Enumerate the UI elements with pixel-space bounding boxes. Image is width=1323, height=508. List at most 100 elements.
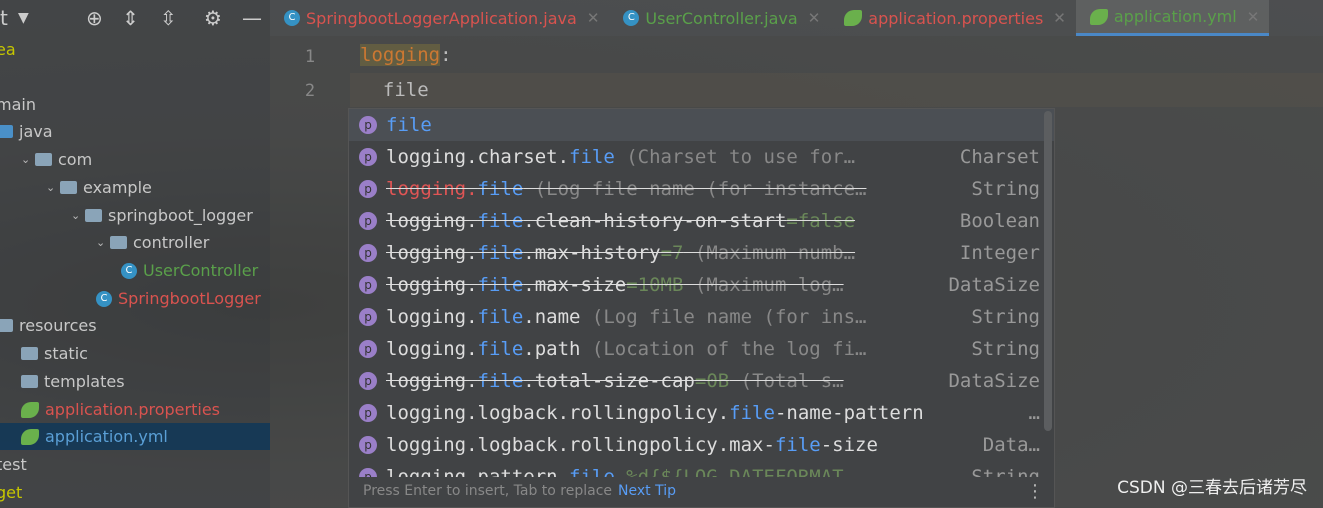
completion-item[interactable]: p logging.file.max-size=10MB (Maximum log… [349,269,1054,301]
tree-item-inner: ⌄ com [21,150,92,169]
tree-item[interactable]: resources [0,312,97,339]
tree-item-label: main [0,95,36,114]
tab-application-yml[interactable]: application.yml ✕ [1075,0,1270,36]
completion-segment: .clean-history-on-start [523,210,787,232]
tree-item[interactable]: get [0,479,22,506]
code-line: file [350,73,1323,107]
tree-item-inner: resources [0,316,97,335]
completion-text: logging.logback.rollingpolicy.file-name-… [386,402,924,424]
class-icon: C [284,10,300,26]
hide-icon[interactable]: — [242,6,262,30]
completion-segment: logging. [386,370,478,392]
completion-segment: (Maximum log… [683,274,844,296]
tree-item[interactable]: ⌄ controller [96,229,209,256]
folder-icon [0,125,13,138]
completion-item[interactable]: p logging.logback.rollingpolicy.max-file-… [349,429,1054,461]
tree-item-label: application.properties [45,400,220,419]
folder-icon [21,347,38,360]
completion-type: String [971,338,1040,360]
class-icon: C [623,10,640,26]
tree-item[interactable]: C SpringbootLogger [96,285,261,312]
chevron-down-icon[interactable]: ⌄ [96,236,110,249]
tree-item[interactable]: application.yml [0,423,270,450]
completion-item[interactable]: p logging.file.max-history=7 (Maximum num… [349,237,1054,269]
collapse-all-icon[interactable]: ⇳ [160,6,177,30]
close-icon[interactable]: ✕ [808,9,821,27]
completion-item[interactable]: p file [349,109,1054,141]
completion-segment: =false [786,210,856,232]
completion-item[interactable]: p logging.file.path (Location of the log … [349,333,1054,365]
completion-item[interactable]: p logging.file.name (Log file name (for i… [349,301,1054,333]
tree-item-inner: application.yml [0,427,168,446]
close-icon[interactable]: ✕ [1247,8,1260,26]
tree-item[interactable]: templates [21,368,125,395]
property-icon: p [359,116,377,134]
tab-usercontroller-java[interactable]: C UserController.java ✕ [609,0,830,36]
tab-springbootloggerapplication-java[interactable]: C SpringbootLoggerApplication.java ✕ [270,0,609,36]
completion-segment: =0B [694,370,730,392]
tab-label: UserController.java [645,8,798,28]
completion-item[interactable]: p logging.file (Log file name (for instan… [349,173,1054,205]
property-icon: p [359,180,377,198]
tree-item[interactable]: ⌄ example [46,174,152,201]
next-tip-link[interactable]: Next Tip [618,483,676,499]
completion-text: file [386,114,432,136]
completion-segment: file [774,434,821,456]
folder-icon [21,375,38,388]
close-icon[interactable]: ✕ [1053,9,1066,27]
completion-item[interactable]: p logging.charset.file (Charset to use fo… [349,141,1054,173]
tree-item[interactable]: java [0,118,53,145]
completion-segment: file [569,146,615,168]
completion-segment: file [477,338,524,360]
tree-item[interactable]: ⌄ com [21,146,92,173]
class-icon: C [96,290,112,307]
more-options-icon[interactable]: ⋮ [1026,481,1044,502]
watermark: CSDN @三春去后诸芳尽 [1117,478,1307,498]
completion-item[interactable]: p logging.file.clean-history-on-start=fal… [349,205,1054,237]
locate-icon[interactable]: ⊕ [86,6,103,30]
tab-label: application.yml [1113,7,1237,26]
completion-type: String [971,178,1040,200]
completion-text: logging.charset.file (Charset to use for… [386,146,855,168]
expand-all-icon[interactable]: ⇕ [122,6,139,30]
tree-item[interactable]: static [21,340,88,367]
completion-item[interactable]: p logging.logback.rollingpolicy.file-name… [349,397,1054,429]
dropdown-icon[interactable]: ▼ [18,10,29,26]
tree-item[interactable]: ⌄ springboot_logger [71,202,253,229]
tab-application-properties[interactable]: application.properties ✕ [830,0,1076,36]
line-number: 2 [304,81,316,101]
completion-text: logging.file.path (Location of the log f… [386,338,866,360]
folder-icon [60,181,77,194]
tab-label: SpringbootLoggerApplication.java [306,8,577,28]
chevron-down-icon[interactable]: ⌄ [71,209,85,222]
tree-item-label: java [19,122,53,141]
gear-icon[interactable]: ⚙ [204,6,222,30]
tree-item[interactable]: application.properties [21,396,220,423]
tree-item[interactable]: C UserController [121,257,258,284]
completion-segment: logging.logback.rollingpolicy.max- [386,434,775,456]
property-icon: p [359,244,377,262]
tree-item[interactable]: main [0,91,36,118]
tree-item-inner: get [0,483,22,502]
completion-item[interactable]: p logging.file.total-size-cap=0B (Total s… [349,365,1054,397]
chevron-down-icon[interactable]: ⌄ [21,153,35,166]
folder-icon [85,209,102,222]
completion-segment: .total-size-cap [523,370,695,392]
completion-type: String [971,306,1040,328]
tree-item[interactable]: test [0,451,27,478]
footer-hint: Press Enter to insert, Tab to replace [363,483,613,499]
completion-segment: (Charset to use for… [614,146,856,168]
completion-segment: .name [523,306,581,328]
completion-segment: (Maximum numb… [683,242,856,264]
completion-type: Integer [959,242,1040,264]
completion-segment: (Location of the log fi… [580,338,867,360]
chevron-down-icon[interactable]: ⌄ [46,181,60,194]
tree-item[interactable]: ea [0,36,16,63]
line-number: 1 [304,47,316,67]
completion-segment: logging.logback.rollingpolicy. [386,402,730,424]
tree-item-label: SpringbootLogger [118,289,261,308]
scrollbar[interactable] [1044,111,1052,431]
close-icon[interactable]: ✕ [587,9,600,27]
completion-type: Charset [959,146,1040,168]
tree-item-label: application.yml [45,427,168,446]
